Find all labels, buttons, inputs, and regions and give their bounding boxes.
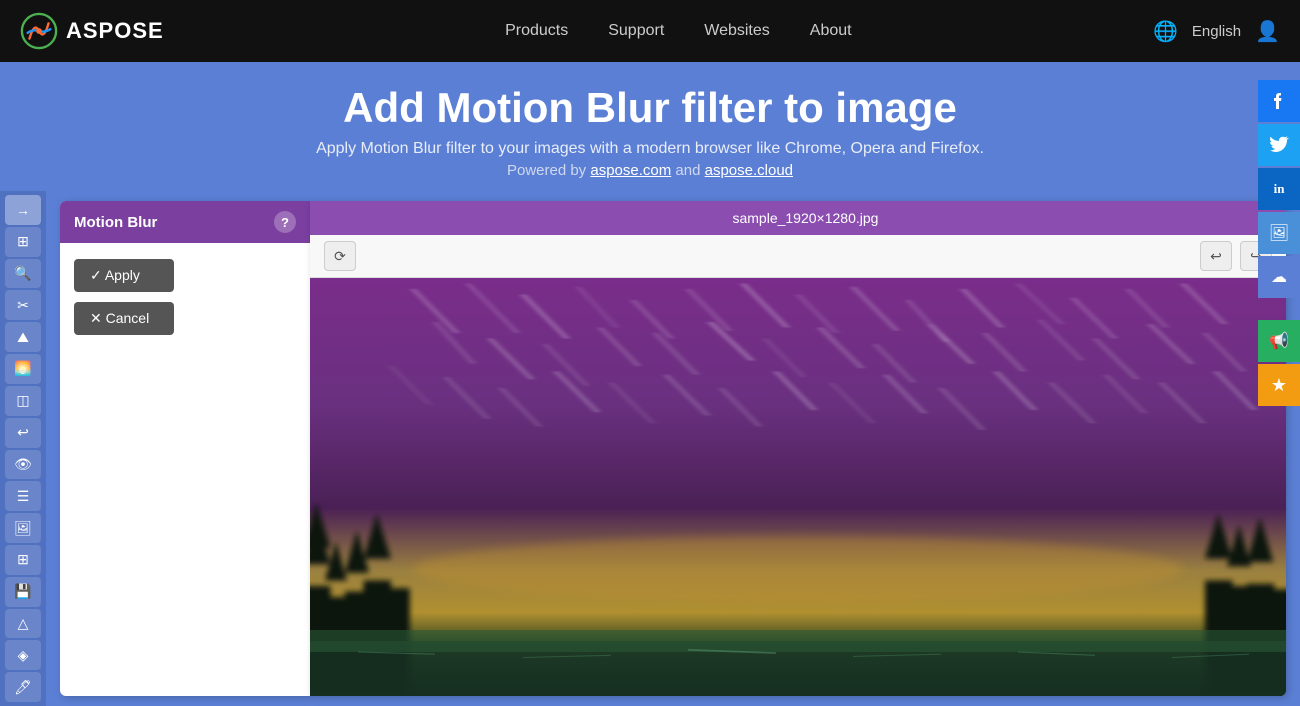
- filter-panel: Motion Blur ? ✓ Apply ✕ Cancel: [60, 201, 310, 696]
- tool-undo[interactable]: ↩: [5, 418, 41, 448]
- hero-subtitle: Apply Motion Blur filter to your images …: [20, 140, 1280, 158]
- facebook-button[interactable]: [1258, 80, 1300, 122]
- navbar: ASPOSE Products Support Websites About 🌐…: [0, 0, 1300, 62]
- page-title: Add Motion Blur filter to image: [20, 84, 1280, 132]
- panel-help-button[interactable]: ?: [274, 211, 296, 233]
- viewer-header: sample_1920×1280.jpg ✕: [310, 201, 1286, 235]
- aspose-com-link[interactable]: aspose.com: [590, 162, 671, 179]
- hero-powered: Powered by aspose.com and aspose.cloud: [20, 162, 1280, 179]
- cancel-button[interactable]: ✕ Cancel: [74, 302, 174, 335]
- cloud-share-icon: ☁: [1271, 267, 1287, 287]
- editor-wrap: Motion Blur ? ✓ Apply ✕ Cancel sample_19…: [46, 191, 1300, 706]
- nav-websites[interactable]: Websites: [704, 22, 770, 40]
- twitter-button[interactable]: [1258, 124, 1300, 166]
- nav-support[interactable]: Support: [608, 22, 664, 40]
- apply-button[interactable]: ✓ Apply: [74, 259, 174, 292]
- hero-section: Add Motion Blur filter to image Apply Mo…: [0, 62, 1300, 191]
- logo-link[interactable]: ASPOSE: [20, 12, 164, 50]
- tool-grid2[interactable]: ⊞: [5, 545, 41, 575]
- facebook-icon: [1269, 91, 1289, 111]
- night-sky-svg: [310, 278, 1286, 696]
- tool-crop[interactable]: ✂: [5, 290, 41, 320]
- left-toolbar: → ⊞ 🔍 ✂ ⛰ 🌅 ◫ ↩ 👁 ☰ 🖼 ⊞ 💾 △ ◈ 🖊: [0, 191, 46, 706]
- tool-frame[interactable]: ◫: [5, 386, 41, 416]
- nav-right: 🌐 English 👤: [1153, 19, 1280, 44]
- nav-about[interactable]: About: [810, 22, 852, 40]
- panel-body: ✓ Apply ✕ Cancel: [60, 243, 310, 351]
- tool-preview[interactable]: 👁: [5, 450, 41, 480]
- tool-save[interactable]: 💾: [5, 577, 41, 607]
- tool-shape[interactable]: △: [5, 609, 41, 639]
- panel-header: Motion Blur ?: [60, 201, 310, 243]
- star-icon: ★: [1271, 375, 1287, 396]
- image-viewer: sample_1920×1280.jpg ✕ ⟳ ↩ ↪: [310, 201, 1286, 696]
- logo-icon: [20, 12, 58, 50]
- tool-filter[interactable]: 🌅: [5, 354, 41, 384]
- announce-button[interactable]: 📢: [1258, 320, 1300, 362]
- viewer-filename: sample_1920×1280.jpg: [354, 210, 1257, 226]
- panel-title: Motion Blur: [74, 214, 157, 231]
- tool-sticker[interactable]: ◈: [5, 640, 41, 670]
- globe-icon: 🌐: [1153, 19, 1178, 44]
- nav-links: Products Support Websites About: [204, 22, 1153, 40]
- tool-zoom[interactable]: 🔍: [5, 259, 41, 289]
- nav-products[interactable]: Products: [505, 22, 568, 40]
- main-area: → ⊞ 🔍 ✂ ⛰ 🌅 ◫ ↩ 👁 ☰ 🖼 ⊞ 💾 △ ◈ 🖊 Motion B…: [0, 191, 1300, 706]
- tool-grid[interactable]: ⊞: [5, 227, 41, 257]
- image-share-button[interactable]: 🖼: [1258, 212, 1300, 254]
- cloud-share-button[interactable]: ☁: [1258, 256, 1300, 298]
- language-label[interactable]: English: [1192, 23, 1241, 40]
- logo-text: ASPOSE: [66, 18, 164, 44]
- social-bar: in 🖼 ☁ 📢 ★: [1258, 80, 1300, 406]
- image-share-icon: 🖼: [1269, 223, 1289, 243]
- rotate-button[interactable]: ⟳: [324, 241, 356, 271]
- viewer-content: [310, 278, 1286, 696]
- tool-landscape[interactable]: ⛰: [5, 322, 41, 352]
- linkedin-button[interactable]: in: [1258, 168, 1300, 210]
- aspose-cloud-link[interactable]: aspose.cloud: [705, 162, 793, 179]
- star-button[interactable]: ★: [1258, 364, 1300, 406]
- announce-icon: 📢: [1269, 331, 1289, 351]
- tool-image[interactable]: 🖼: [5, 513, 41, 543]
- twitter-icon: [1269, 136, 1289, 154]
- viewer-toolbar: ⟳ ↩ ↪: [310, 235, 1286, 278]
- night-sky-image: [310, 278, 1286, 696]
- tool-list[interactable]: ☰: [5, 481, 41, 511]
- undo-button[interactable]: ↩: [1200, 241, 1232, 271]
- tool-arrow[interactable]: →: [5, 195, 41, 225]
- user-icon[interactable]: 👤: [1255, 19, 1280, 44]
- linkedin-icon: in: [1274, 181, 1285, 197]
